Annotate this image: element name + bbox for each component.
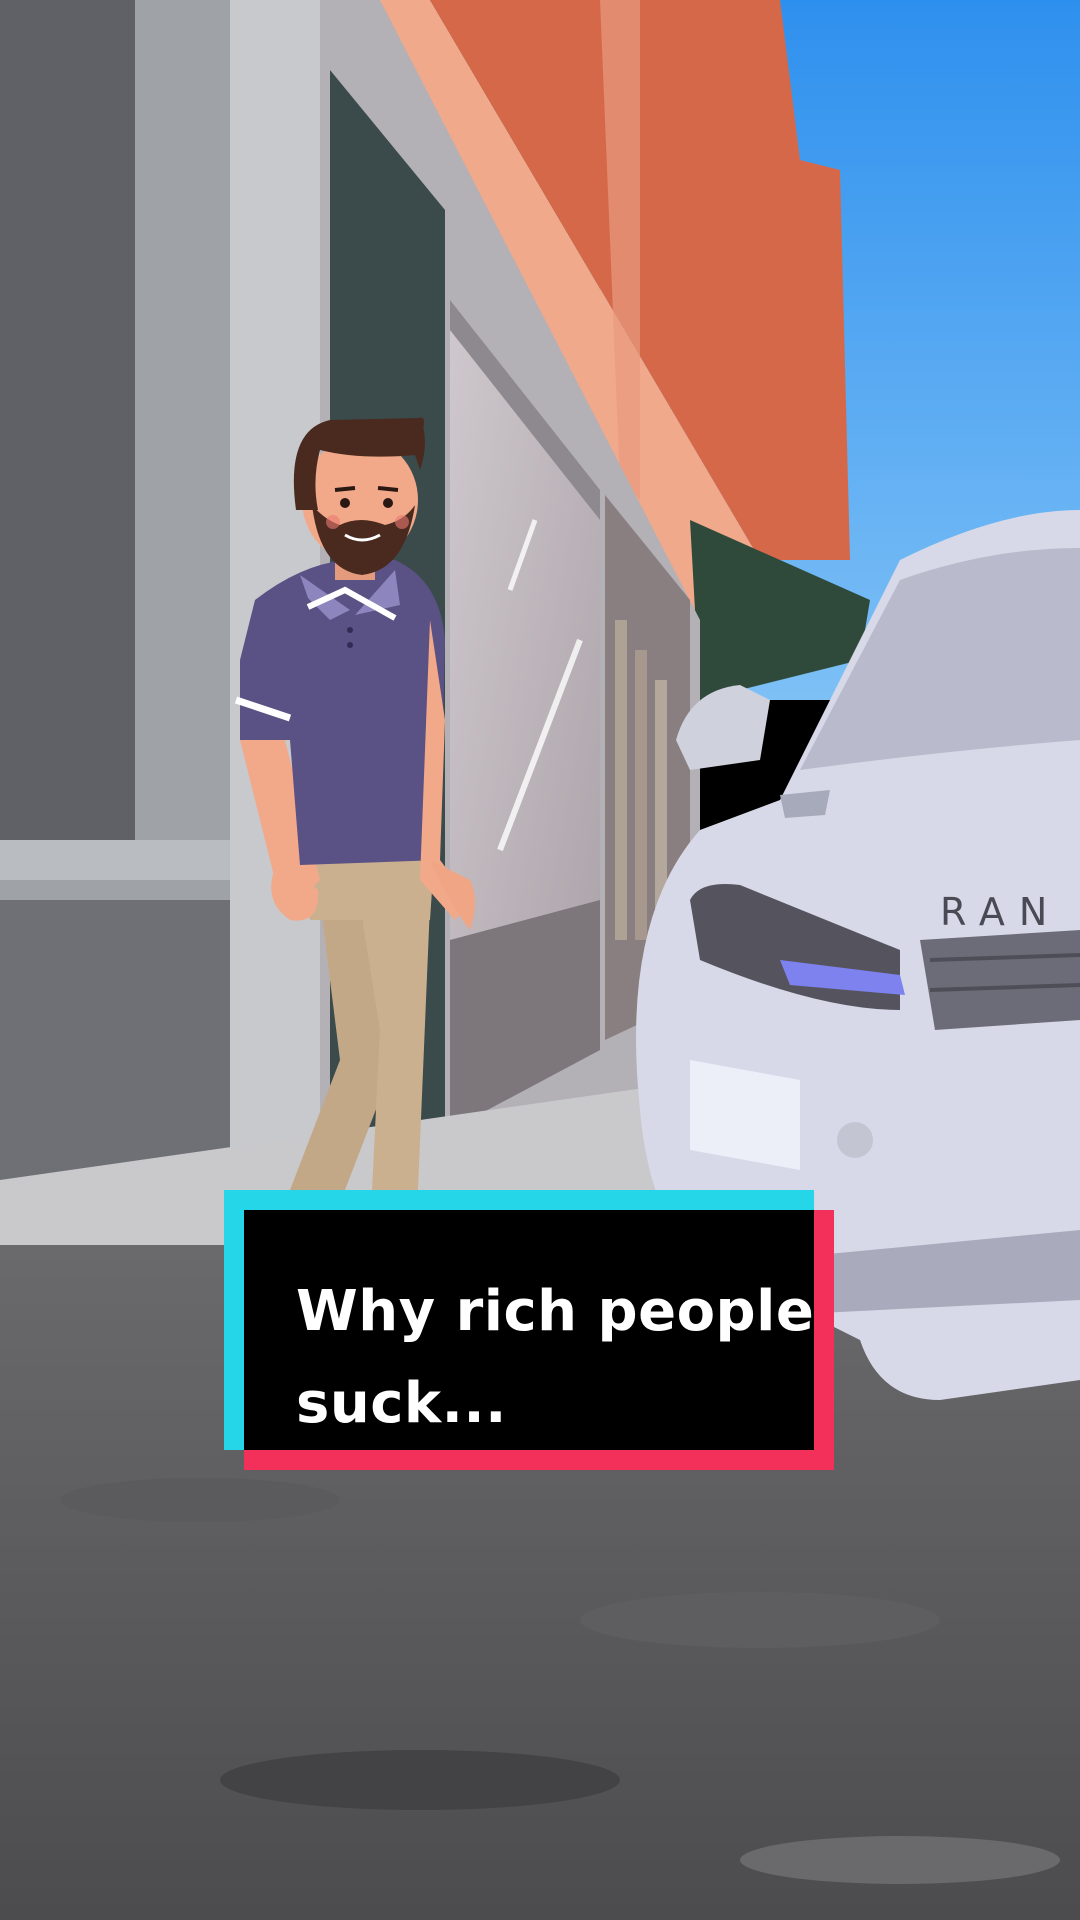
street-scene: RAN [0,0,1080,1920]
caption-text: Why rich people suck... [296,1279,815,1436]
video-frame: RAN Why rich people suck... [0,0,1080,1920]
caption-box: Why rich people suck... [224,1190,834,1470]
car-badge: RAN [940,890,1061,934]
caption-background: Why rich people suck... [244,1210,814,1450]
